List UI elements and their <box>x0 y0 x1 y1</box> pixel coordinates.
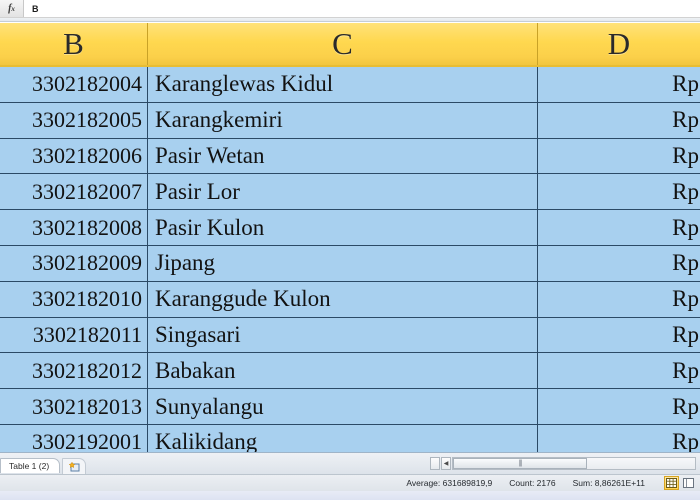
cell-c[interactable]: Singasari <box>148 317 538 353</box>
cell-b[interactable]: 3302182010 <box>0 281 148 317</box>
cell-b[interactable]: 3302182005 <box>0 102 148 138</box>
cell-d-value: Rp74 <box>672 250 700 276</box>
sheet-tab-active[interactable]: Table 1 (2) <box>0 458 61 473</box>
cell-c[interactable]: Pasir Kulon <box>148 210 538 245</box>
formula-bar: fx B <box>0 0 700 18</box>
cell-d-value: Rp74 <box>672 393 700 419</box>
cell-b[interactable]: 3302182011 <box>0 317 148 353</box>
sheet-tab-list: Table 1 (2) <box>0 453 87 474</box>
table-row: 3302192001 Kalikidang Rp74 <box>0 424 700 452</box>
scroll-thumb[interactable]: ||| <box>453 458 587 469</box>
scroll-thumb-grip: ||| <box>518 460 523 467</box>
column-header-d[interactable]: D <box>538 23 700 65</box>
scroll-left-arrow-icon[interactable]: ◀ <box>441 457 451 470</box>
cell-d-value: Rp74 <box>672 71 700 97</box>
cell-d[interactable]: Rp74 <box>538 67 700 102</box>
fx-icon[interactable]: fx <box>0 0 24 17</box>
cell-c[interactable]: Babakan <box>148 353 538 389</box>
cell-c[interactable]: Kalikidang <box>148 424 538 452</box>
cell-d[interactable]: Rp74 <box>538 424 700 452</box>
cell-d[interactable]: Rp67 <box>538 210 700 245</box>
formula-bar-divider <box>0 18 700 22</box>
cell-b[interactable]: 3302182008 <box>0 210 148 245</box>
scroll-track[interactable]: ||| <box>452 457 696 470</box>
spreadsheet-app: fx B B C D 3302182004 Karanglewas Kidul … <box>0 0 700 500</box>
cell-d[interactable]: Rp74 <box>538 353 700 389</box>
formula-input[interactable]: B <box>24 0 700 17</box>
cell-c[interactable]: Karanglewas Kidul <box>148 67 538 102</box>
cell-c[interactable]: Karangkemiri <box>148 102 538 138</box>
status-count: Count: 2176 <box>509 478 556 488</box>
cell-c[interactable]: Sunyalangu <box>148 389 538 424</box>
table-row: 3302182008 Pasir Kulon Rp67 <box>0 210 700 246</box>
cell-c[interactable]: Pasir Lor <box>148 174 538 210</box>
page-layout-icon[interactable] <box>681 476 696 490</box>
cell-b[interactable]: 3302182006 <box>0 138 148 174</box>
cell-b[interactable]: 3302192001 <box>0 424 148 452</box>
cell-c[interactable]: Karanggude Kulon <box>148 281 538 317</box>
cell-b[interactable]: 3302182009 <box>0 245 148 281</box>
cell-d[interactable]: Rp67 <box>538 174 700 210</box>
cell-b[interactable]: 3302182013 <box>0 389 148 424</box>
cell-d-value: Rp67 <box>672 178 700 204</box>
spreadsheet-grid: 3302182004 Karanglewas Kidul Rp74 330218… <box>0 67 700 452</box>
cell-d[interactable]: Rp74 <box>538 245 700 281</box>
horizontal-scrollbar[interactable]: ◀ ||| <box>430 456 696 471</box>
table-row: 3302182009 Jipang Rp74 <box>0 245 700 282</box>
table-row: 3302182013 Sunyalangu Rp74 <box>0 389 700 425</box>
cell-d-value: Rp74 <box>672 357 700 383</box>
cell-c[interactable]: Jipang <box>148 245 538 281</box>
grid-view-glyph <box>666 478 677 488</box>
cell-b[interactable]: 3302182004 <box>0 67 148 102</box>
table-row: 3302182011 Singasari Rp74 <box>0 317 700 354</box>
status-average: Average: 631689819,9 <box>406 478 493 488</box>
cell-d[interactable]: Rp74 <box>538 317 700 353</box>
view-buttons <box>662 476 696 490</box>
status-bar: Average: 631689819,9 Count: 2176 Sum: 8,… <box>0 474 700 491</box>
table-row: 3302182007 Pasir Lor Rp67 <box>0 174 700 211</box>
table-row: 3302182012 Babakan Rp74 <box>0 353 700 390</box>
cell-d-value: Rp74 <box>672 321 700 347</box>
add-sheet-glyph <box>68 461 80 471</box>
window-bottom-edge <box>0 491 700 500</box>
cell-d-value: Rp67 <box>672 107 700 133</box>
cell-d[interactable]: Rp74 <box>538 281 700 317</box>
table-row: 3302182004 Karanglewas Kidul Rp74 <box>0 67 700 103</box>
cell-d-value: Rp74 <box>672 286 700 312</box>
grid-view-icon[interactable] <box>664 476 679 490</box>
page-layout-glyph <box>683 478 694 488</box>
cell-d[interactable]: Rp67 <box>538 102 700 138</box>
column-header-row: B C D <box>0 23 700 67</box>
table-row: 3302182006 Pasir Wetan Rp67 <box>0 138 700 175</box>
column-header-c[interactable]: C <box>148 23 538 65</box>
status-sum: Sum: 8,86261E+11 <box>572 478 645 488</box>
cell-d-value: Rp67 <box>672 214 700 240</box>
cell-d-value: Rp74 <box>672 429 700 452</box>
table-row: 3302182005 Karangkemiri Rp67 <box>0 102 700 139</box>
scroll-split-handle[interactable] <box>430 457 440 470</box>
cell-d-value: Rp67 <box>672 142 700 168</box>
cell-d[interactable]: Rp67 <box>538 138 700 174</box>
cell-b[interactable]: 3302182007 <box>0 174 148 210</box>
cell-d[interactable]: Rp74 <box>538 389 700 424</box>
add-sheet-icon[interactable] <box>62 457 87 474</box>
column-header-b[interactable]: B <box>0 23 148 65</box>
cell-b[interactable]: 3302182012 <box>0 353 148 389</box>
table-row: 3302182010 Karanggude Kulon Rp74 <box>0 281 700 318</box>
cell-c[interactable]: Pasir Wetan <box>148 138 538 174</box>
